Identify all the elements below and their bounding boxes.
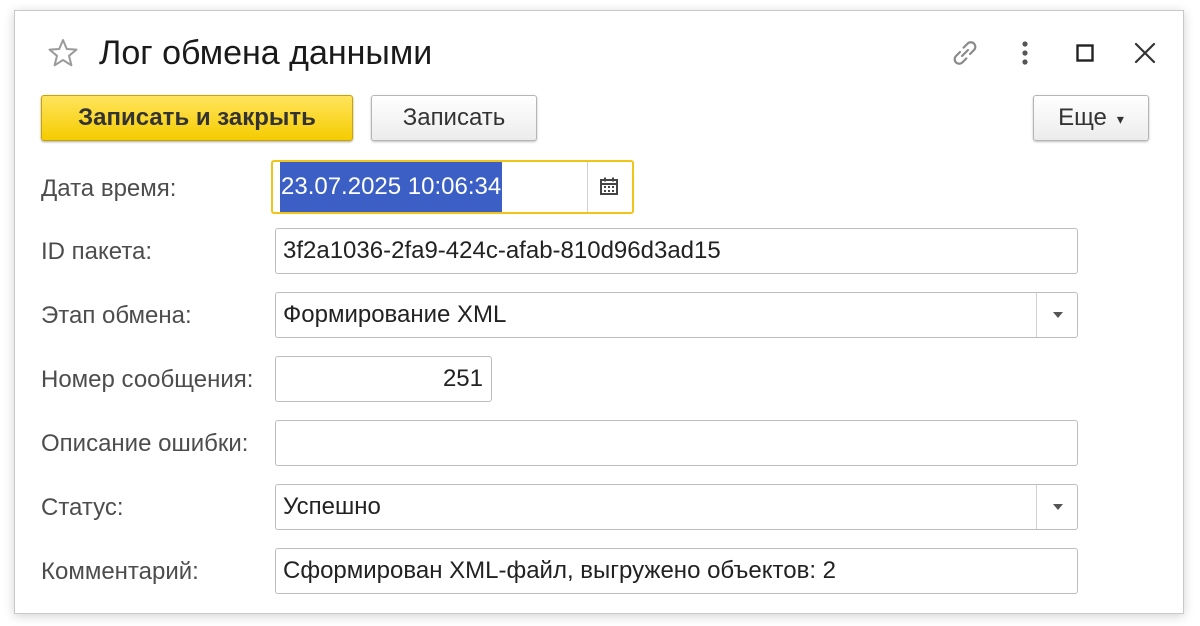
comment-field[interactable]: Сформирован XML-файл, выгружено объектов… bbox=[275, 548, 1078, 594]
form-window: Лог обмена данными Записать и закрыть За… bbox=[14, 10, 1184, 614]
message-number-value: 251 bbox=[442, 365, 483, 392]
window-title: Лог обмена данными bbox=[99, 34, 433, 72]
title-bar: Лог обмена данными bbox=[15, 11, 1183, 91]
caret-down-icon: ▾ bbox=[1116, 110, 1124, 127]
close-icon[interactable] bbox=[1127, 35, 1163, 71]
package-id-label: ID пакета: bbox=[41, 238, 153, 265]
package-id-field[interactable]: 3f2a1036-2fa9-424c-afab-810d96d3ad15 bbox=[275, 228, 1078, 274]
status-value: Успешно bbox=[283, 493, 381, 520]
maximize-icon[interactable] bbox=[1067, 35, 1103, 71]
message-number-label: Номер сообщения: bbox=[41, 366, 254, 393]
exchange-stage-label: Этап обмена: bbox=[41, 302, 192, 329]
calendar-button[interactable] bbox=[587, 162, 632, 212]
more-actions-button[interactable]: Еще ▾ bbox=[1033, 95, 1149, 141]
exchange-stage-dropdown-button[interactable] bbox=[1036, 293, 1077, 337]
status-select[interactable]: Успешно bbox=[275, 484, 1078, 530]
error-description-field[interactable] bbox=[275, 420, 1078, 466]
save-button[interactable]: Записать bbox=[371, 95, 537, 141]
package-id-value: 3f2a1036-2fa9-424c-afab-810d96d3ad15 bbox=[283, 237, 721, 264]
comment-value: Сформирован XML-файл, выгружено объектов… bbox=[283, 557, 836, 584]
error-description-label: Описание ошибки: bbox=[41, 430, 249, 457]
exchange-stage-select[interactable]: Формирование XML bbox=[275, 292, 1078, 338]
more-actions-label: Еще bbox=[1058, 104, 1107, 131]
datetime-value: 23.07.2025 10:06:34 bbox=[280, 162, 503, 212]
save-and-close-button[interactable]: Записать и закрыть bbox=[41, 95, 353, 141]
exchange-stage-value: Формирование XML bbox=[283, 301, 507, 328]
comment-label: Комментарий: bbox=[41, 558, 199, 585]
status-label: Статус: bbox=[41, 494, 124, 521]
datetime-field[interactable]: 23.07.2025 10:06:34 bbox=[271, 160, 634, 214]
more-vertical-icon[interactable] bbox=[1007, 35, 1043, 71]
status-dropdown-button[interactable] bbox=[1036, 485, 1077, 529]
calendar-icon bbox=[600, 177, 618, 195]
star-icon[interactable] bbox=[47, 37, 79, 69]
link-icon[interactable] bbox=[947, 35, 983, 71]
message-number-field[interactable]: 251 bbox=[275, 356, 492, 402]
datetime-label: Дата время: bbox=[41, 175, 177, 202]
